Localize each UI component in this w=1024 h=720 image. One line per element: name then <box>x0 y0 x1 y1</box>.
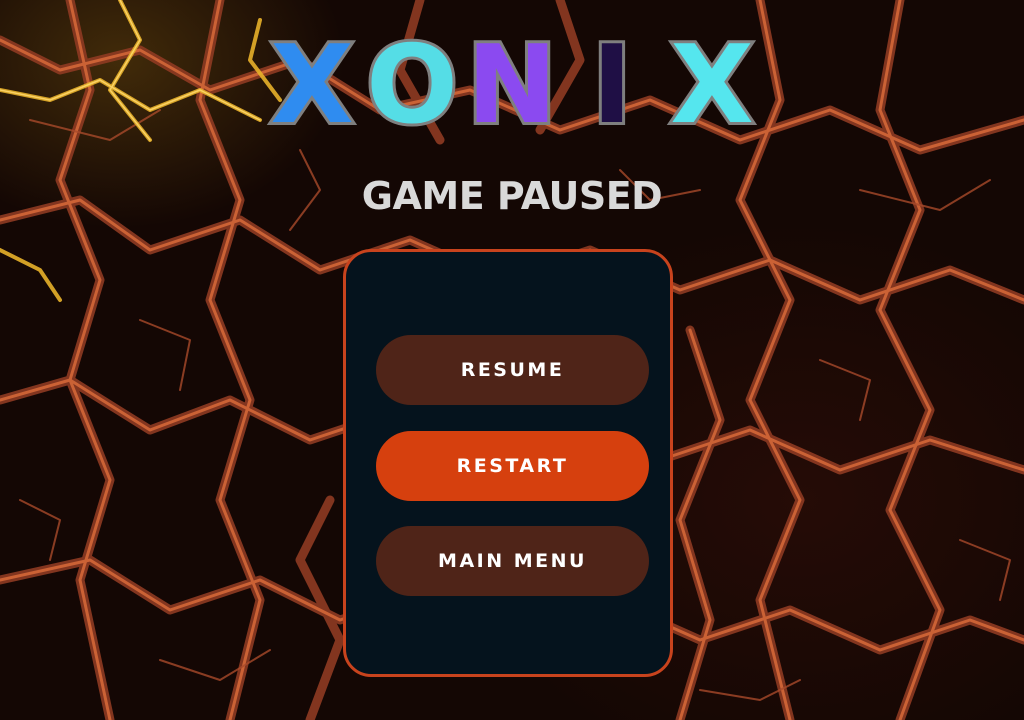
logo-letter-n: N <box>467 30 557 130</box>
pause-title: GAME PAUSED <box>361 174 663 218</box>
xonix-logo: X O N I X <box>267 30 756 130</box>
game-screen: X O N I X GAME PAUSED RESUME RESTART MAI… <box>0 0 1024 720</box>
logo-letter-i: I <box>592 30 632 130</box>
restart-button[interactable]: RESTART <box>376 431 649 501</box>
resume-button[interactable]: RESUME <box>376 335 649 405</box>
logo-letter-o: O <box>366 30 458 130</box>
logo-letter-x1: X <box>270 30 353 130</box>
main-menu-button[interactable]: MAIN MENU <box>376 526 649 596</box>
pause-menu-panel: RESUME RESTART MAIN MENU <box>343 249 673 677</box>
logo-letter-x2: X <box>670 30 753 130</box>
